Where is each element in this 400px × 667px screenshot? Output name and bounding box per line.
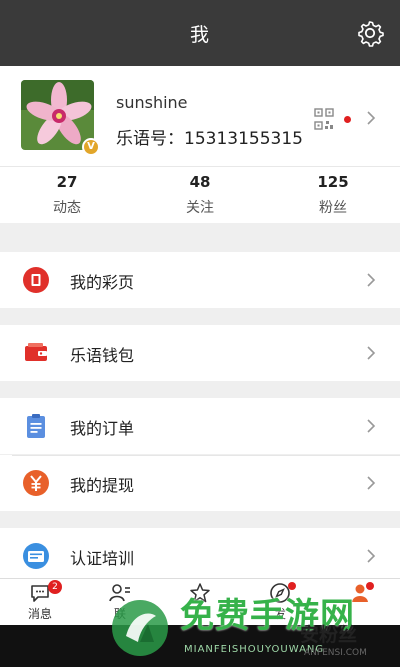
gear-icon[interactable]: [356, 19, 384, 47]
verified-badge: V: [82, 138, 100, 156]
certificate-icon: [23, 543, 49, 569]
menu-item-orders[interactable]: 我的订单: [0, 398, 400, 454]
page-title: 我: [189, 24, 210, 46]
menu-item-wallet[interactable]: 乐语钱包: [0, 325, 400, 381]
stat-following[interactable]: 48 关注: [155, 173, 245, 217]
chevron-right-icon: [367, 419, 376, 433]
avatar[interactable]: [21, 80, 94, 150]
stat-posts[interactable]: 27 动态: [22, 173, 112, 217]
chevron-right-icon: [367, 549, 376, 563]
divider: [12, 455, 400, 456]
qr-code-icon[interactable]: [314, 108, 334, 130]
color-page-icon: [23, 267, 49, 293]
stat-followers[interactable]: 125 粉丝: [288, 173, 378, 217]
chevron-right-icon: [367, 476, 376, 490]
stats-bar: 27 动态 48 关注 125 粉丝: [0, 166, 400, 223]
notification-dot: [344, 116, 351, 123]
wallet-icon: [25, 343, 47, 361]
chevron-right-icon: [367, 273, 376, 287]
yen-coin-icon: [23, 470, 49, 496]
menu-item-withdraw[interactable]: 我的提现: [0, 455, 400, 511]
profile-card[interactable]: V sunshine 乐语号：15313155315: [0, 66, 400, 166]
tab-messages[interactable]: 消息 2: [10, 580, 70, 622]
menu-item-certification[interactable]: 认证培训: [0, 528, 400, 578]
username: sunshine: [116, 93, 188, 112]
chevron-right-icon: [367, 111, 376, 125]
watermark-brand-sub: ANFENSI.COM: [304, 648, 367, 658]
menu-item-color-page[interactable]: 我的彩页: [0, 252, 400, 308]
notification-dot: [366, 582, 374, 590]
watermark-logo: [112, 600, 168, 656]
unread-count-badge: 2: [48, 580, 62, 594]
user-id: 乐语号：15313155315: [116, 129, 303, 149]
watermark-brand: 安粉丝: [300, 624, 358, 646]
clipboard-icon: [27, 414, 45, 438]
top-bar: 我: [0, 0, 400, 66]
chevron-right-icon: [367, 346, 376, 360]
